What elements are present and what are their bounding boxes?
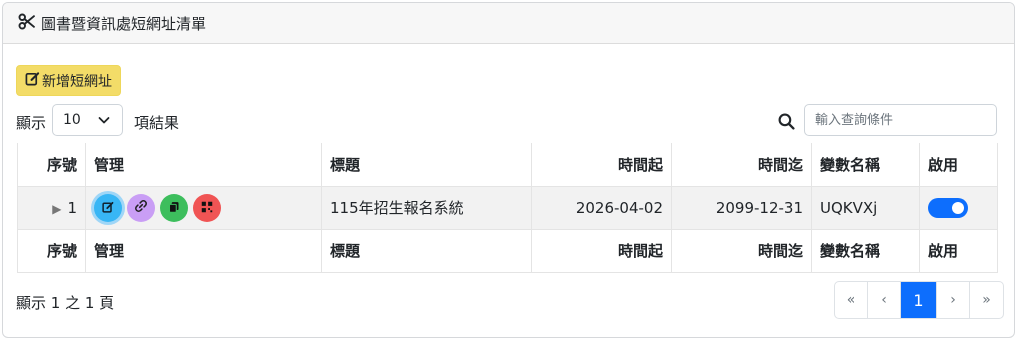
search-input[interactable] xyxy=(804,104,997,136)
column-header-start[interactable]: 時間起 xyxy=(531,143,672,186)
copy-button[interactable] xyxy=(160,193,188,222)
footer-header-manage: 管理 xyxy=(85,229,322,273)
page-1-button[interactable]: 1 xyxy=(901,282,937,318)
table-row: ▶ 1 115年招生報名系統 2026-04-02 2099-12-31 UQK… xyxy=(17,185,998,230)
row-index-cell[interactable]: ▶ 1 xyxy=(17,185,86,230)
footer-header-enabled: 啟用 xyxy=(919,229,998,273)
footer-header-title: 標題 xyxy=(321,229,532,273)
card-header: 圖書暨資訊處短網址清單 xyxy=(3,3,1014,44)
qr-code-icon xyxy=(201,199,213,217)
row-manage-cell xyxy=(85,185,322,230)
footer-header-variable: 變數名稱 xyxy=(811,229,920,273)
column-header-variable[interactable]: 變數名稱 xyxy=(811,143,920,186)
first-page-button[interactable]: « xyxy=(835,282,868,318)
link-icon xyxy=(134,199,148,217)
row-variable-name: UQKVXj xyxy=(811,185,920,230)
row-title: 115年招生報名系統 xyxy=(321,185,532,230)
table-footer-row: 序號 管理 標題 時間起 時間迄 變數名稱 啟用 xyxy=(17,229,998,273)
page-title: 圖書暨資訊處短網址清單 xyxy=(41,14,207,33)
column-header-end[interactable]: 時間迄 xyxy=(671,143,812,186)
column-header-manage[interactable]: 管理 xyxy=(85,143,322,186)
next-page-button[interactable]: › xyxy=(937,282,970,318)
page-length-select[interactable]: 10 xyxy=(52,104,123,136)
toggle-knob xyxy=(952,201,964,214)
footer-header-start: 時間起 xyxy=(531,229,672,273)
column-header-enabled[interactable]: 啟用 xyxy=(919,143,998,186)
last-page-button[interactable]: » xyxy=(970,282,1003,318)
qr-code-button[interactable] xyxy=(193,193,221,222)
short-url-table: 序號 管理 標題 時間起 時間迄 變數名稱 啟用 ▶ 1 115年招生報名系統 … xyxy=(17,143,998,273)
edit-icon xyxy=(25,71,42,90)
expand-caret-icon[interactable]: ▶ xyxy=(52,202,61,216)
scissors-icon xyxy=(18,13,35,34)
link-button[interactable] xyxy=(127,193,155,222)
copy-icon xyxy=(168,199,180,217)
search-icon xyxy=(778,113,795,134)
chevron-down-icon xyxy=(98,114,110,130)
add-short-url-button[interactable]: 新增短網址 xyxy=(16,65,121,96)
row-start-date: 2026-04-02 xyxy=(531,185,672,230)
edit-icon xyxy=(102,199,114,217)
table-info: 顯示 1 之 1 頁 xyxy=(16,294,115,312)
footer-header-end: 時間迄 xyxy=(671,229,812,273)
column-header-index[interactable]: 序號 xyxy=(17,143,86,186)
row-end-date: 2099-12-31 xyxy=(671,185,812,230)
table-header-row: 序號 管理 標題 時間起 時間迄 變數名稱 啟用 xyxy=(17,143,998,186)
add-button-label: 新增短網址 xyxy=(42,73,112,90)
page-length-value: 10 xyxy=(63,112,81,128)
row-index: 1 xyxy=(67,198,77,217)
column-header-title[interactable]: 標題 xyxy=(321,143,532,186)
length-results-label: 項結果 xyxy=(134,114,180,132)
enabled-toggle[interactable] xyxy=(928,197,968,218)
row-enabled-cell xyxy=(919,185,998,230)
edit-button[interactable] xyxy=(94,193,122,222)
previous-page-button[interactable]: ‹ xyxy=(868,282,901,318)
pagination: « ‹ 1 › » xyxy=(834,281,1004,319)
length-show-label: 顯示 xyxy=(16,114,47,132)
footer-header-index: 序號 xyxy=(17,229,86,273)
